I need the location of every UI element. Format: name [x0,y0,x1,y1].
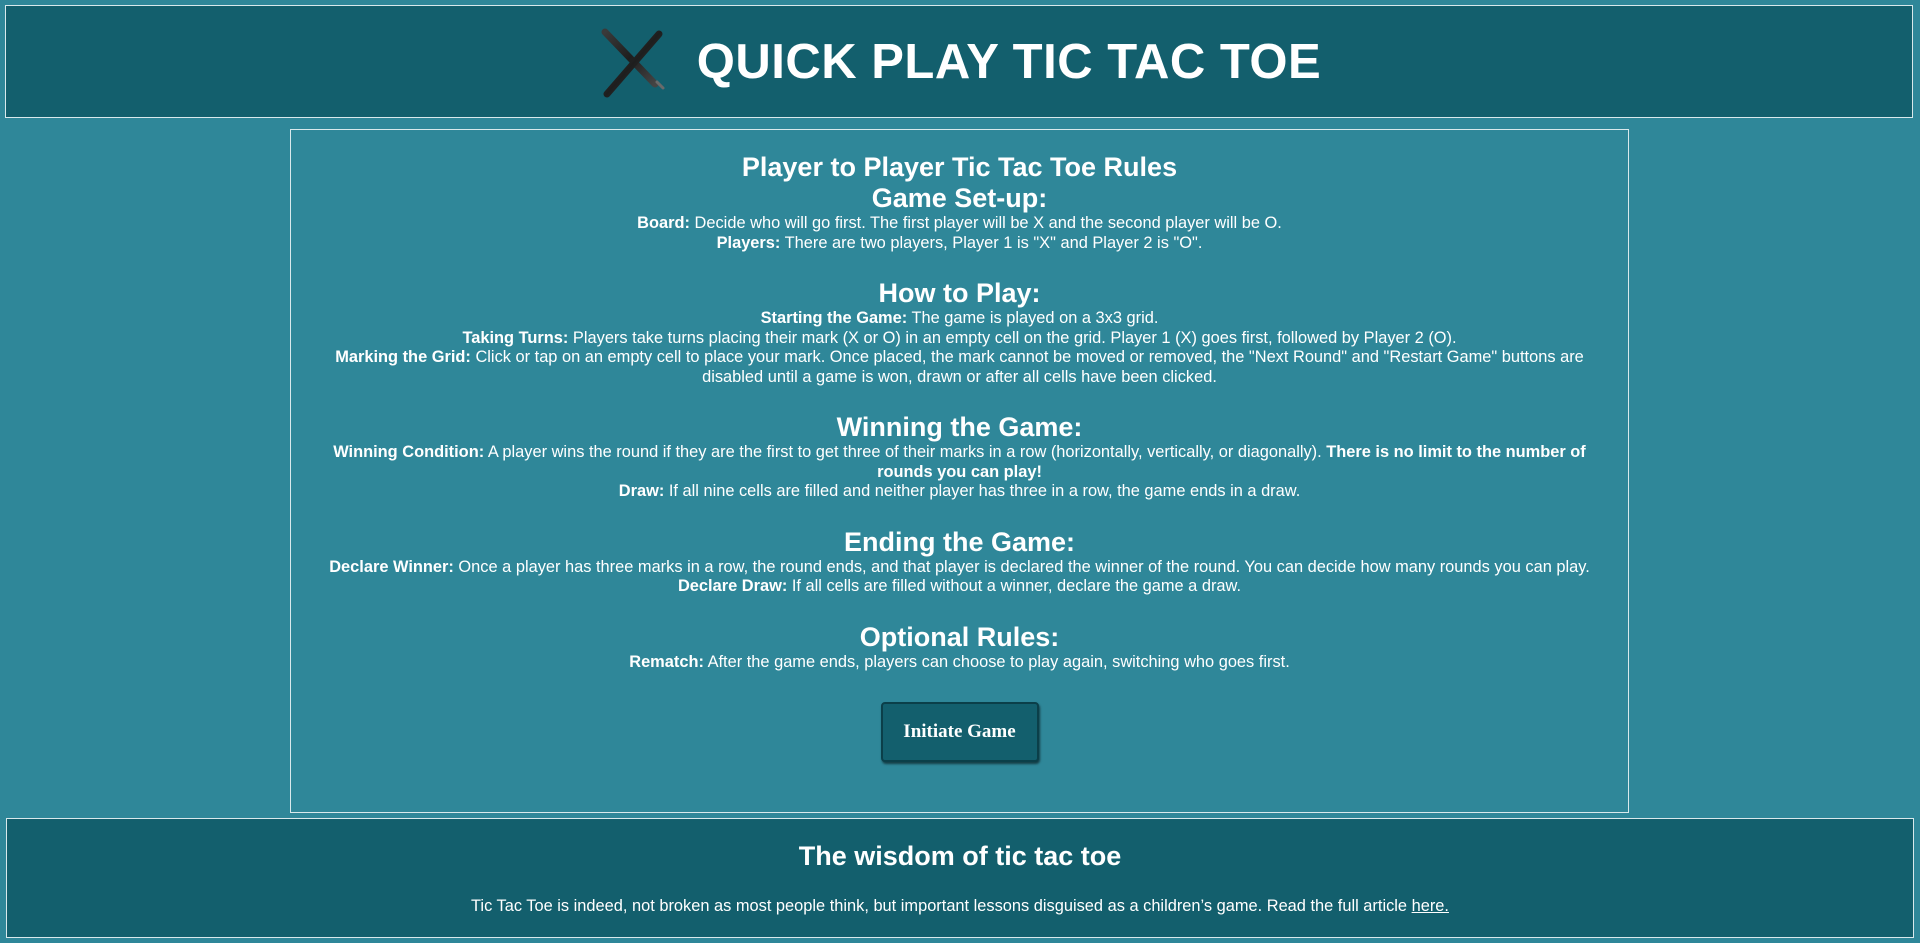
initiate-game-button[interactable]: Initiate Game [880,702,1039,762]
footer-panel: The wisdom of tic tac toe Tic Tac Toe is… [6,818,1914,938]
rule-label: Board: [637,214,690,232]
button-container: Initiate Game [291,702,1628,762]
rule-label: Starting the Game: [760,309,908,327]
rule-text: If all nine cells are filled and neither… [664,482,1301,500]
rule-label: Marking the Grid: [335,348,471,366]
rule-label: Players: [716,233,781,252]
rule-label: Draw: [618,482,665,500]
footer-description: Tic Tac Toe is indeed, not broken as mos… [471,897,1412,915]
rules-title: Player to Player Tic Tac Toe Rules [741,152,1178,182]
site-header: QUICK PLAY TIC TAC TOE [5,5,1913,118]
rule-text: The game is played on a 3x3 grid. [907,309,1159,327]
rule-label: Rematch: [629,652,704,671]
rule-text: There are two players, Player 1 is "X" a… [780,233,1203,252]
section-heading-setup: Game Set-up: [871,183,1048,213]
rule-label: Declare Draw: [677,577,788,595]
rule-text: After the game ends, players can choose … [703,652,1290,671]
rule-declare-winner: Declare Winner: Once a player has three … [315,558,1605,578]
section-heading-ending: Ending the Game: [843,526,1076,557]
article-link[interactable]: here. [1412,897,1449,915]
rule-winning-condition: Winning Condition: A player wins the rou… [315,443,1605,482]
rule-starting: Starting the Game: The game is played on… [315,309,1605,329]
rule-marking-grid: Marking the Grid: Click or tap on an emp… [315,348,1605,387]
rule-taking-turns: Taking Turns: Players take turns placing… [315,329,1605,349]
rule-text: Once a player has three marks in a row, … [453,557,1590,576]
site-title: QUICK PLAY TIC TAC TOE [696,34,1322,89]
rule-board: Board: Decide who will go first. The fir… [315,214,1605,234]
footer-heading: The wisdom of tic tac toe [798,841,1122,871]
footer-text: Tic Tac Toe is indeed, not broken as mos… [7,897,1913,916]
rule-draw: Draw: If all nine cells are filled and n… [315,482,1605,502]
rule-text: A player wins the round if they are the … [484,443,1322,461]
rules-panel: Player to Player Tic Tac Toe Rules Game … [290,129,1629,813]
section-heading-optional: Optional Rules: [859,621,1060,652]
rule-label: Winning Condition: [333,443,485,461]
rule-text: Decide who will go first. The first play… [689,214,1282,232]
section-heading-winning: Winning the Game: [836,412,1083,442]
rule-label: Declare Winner: [329,557,454,576]
rule-text: If all cells are filled without a winner… [787,577,1242,595]
rule-text: Players take turns placing their mark (X… [568,328,1457,347]
rule-text: Click or tap on an empty cell to place y… [470,348,1584,386]
rule-rematch: Rematch: After the game ends, players ca… [315,653,1605,673]
section-heading-how-to-play: How to Play: [878,278,1041,308]
rule-declare-draw: Declare Draw: If all cells are filled wi… [315,577,1605,597]
rule-label: Taking Turns: [462,328,569,347]
rule-players: Players: There are two players, Player 1… [315,234,1605,254]
x-mark-icon [601,28,665,97]
